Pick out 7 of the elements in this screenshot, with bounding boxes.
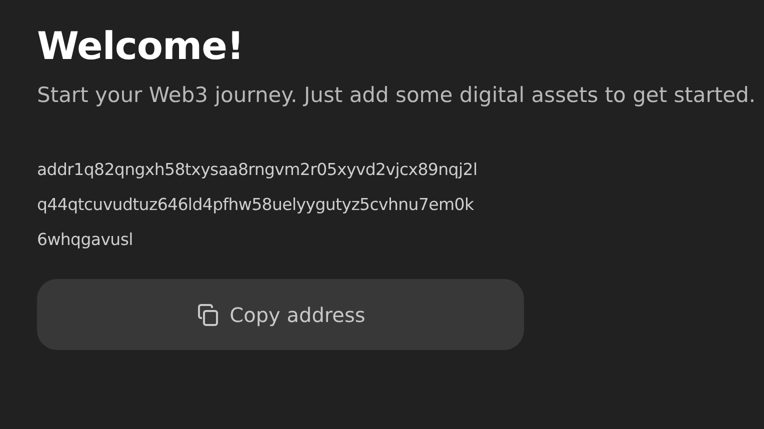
welcome-title: Welcome!	[37, 23, 245, 70]
wallet-address-line: addr1q82qngxh58txysaa8rngvm2r05xyvd2vjcx89nqj2l	[37, 159, 478, 181]
copy-address-button[interactable]: Copy address	[37, 279, 524, 350]
wallet-address-line: 6whqgavusl	[37, 229, 134, 251]
copy-icon	[196, 302, 220, 326]
welcome-subtitle: Start your Web3 journey. Just add some digital assets to get started.	[37, 82, 757, 109]
wallet-address-line: q44qtcuvudtuz646ld4pfhw58uelyygutyz5cvhnu7em0k	[37, 194, 475, 216]
